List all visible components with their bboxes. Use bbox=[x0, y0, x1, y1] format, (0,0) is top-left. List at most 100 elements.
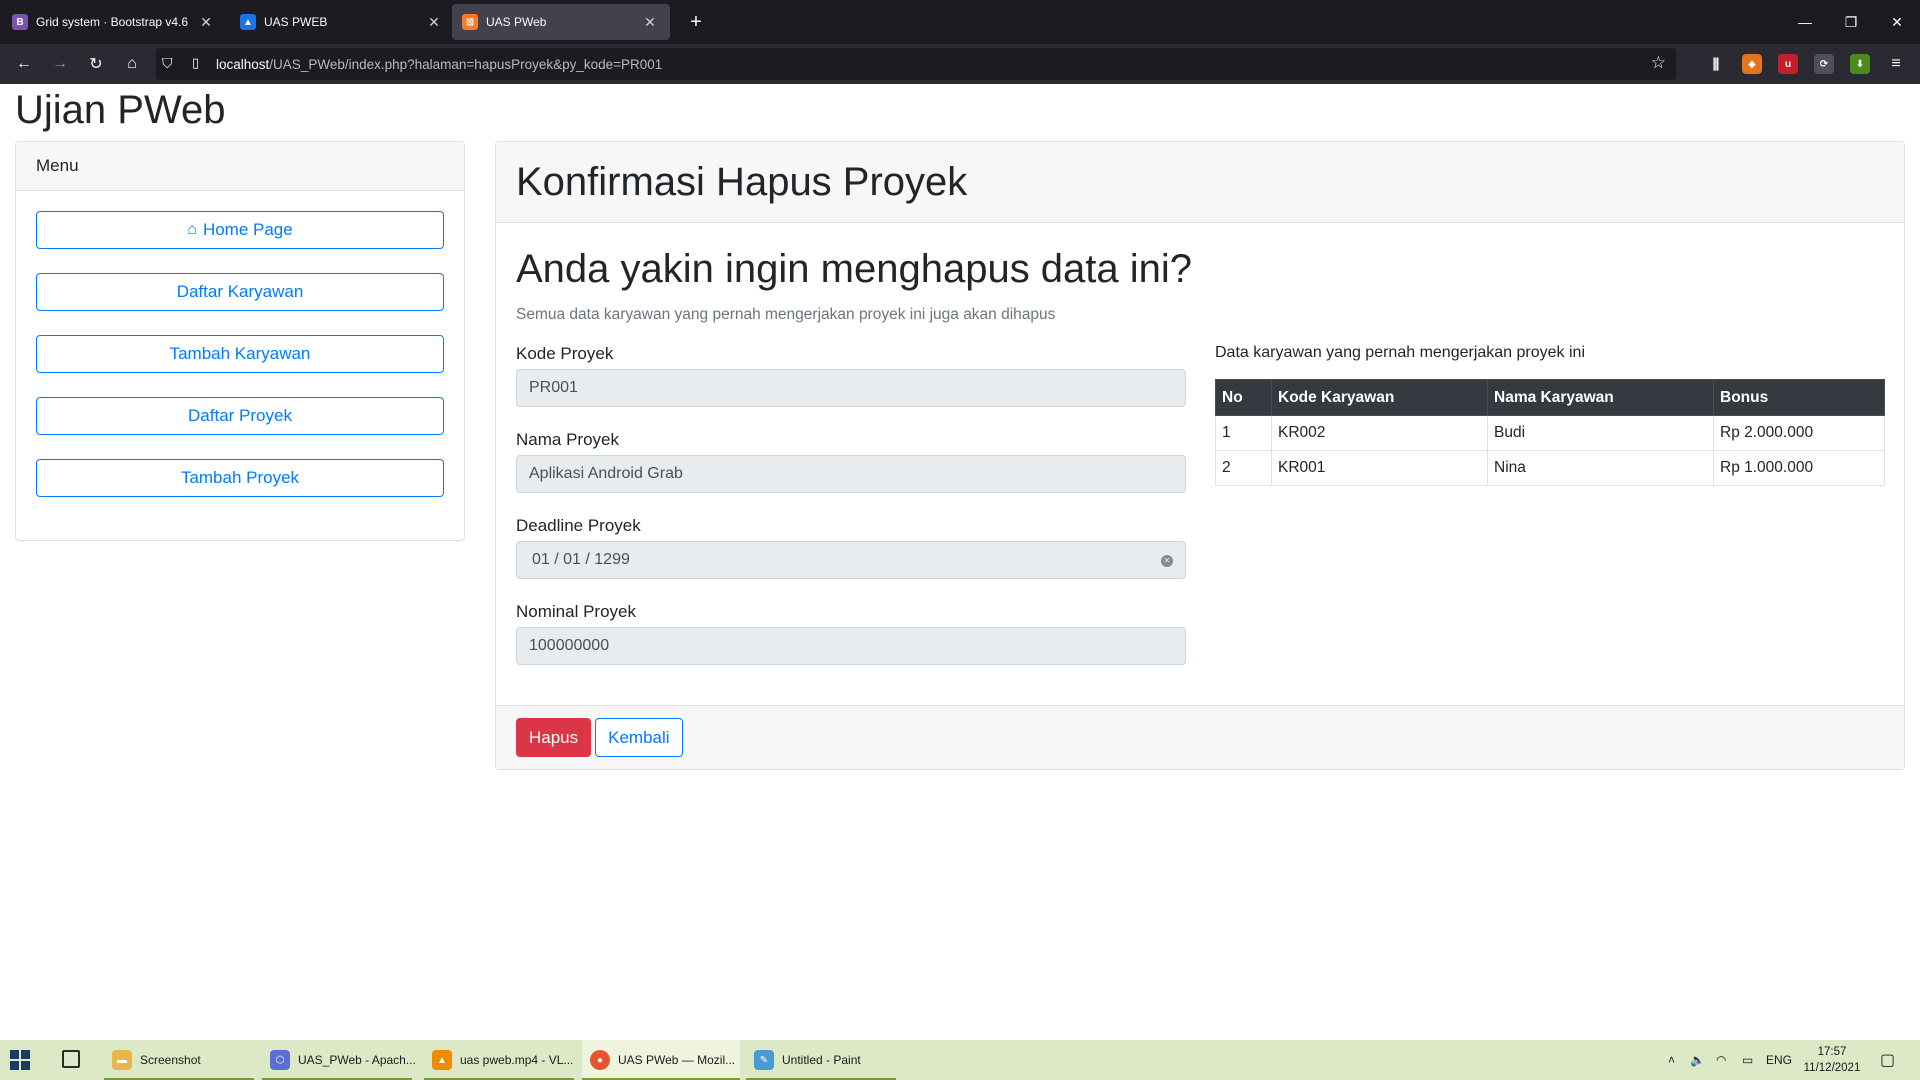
firefox-icon: ● bbox=[590, 1050, 610, 1070]
metamask-icon[interactable]: ◆ bbox=[1742, 54, 1762, 74]
new-tab-icon[interactable]: + bbox=[684, 10, 708, 34]
tab-title: UAS PWeb bbox=[486, 15, 547, 29]
tambah-proyek-button[interactable]: Tambah Proyek bbox=[36, 459, 444, 497]
folder-icon: ▬ bbox=[112, 1050, 132, 1070]
employee-table-title: Data karyawan yang pernah mengerjakan pr… bbox=[1215, 344, 1585, 361]
home-icon[interactable]: ⌂ bbox=[118, 50, 146, 78]
clock-time: 17:57 bbox=[1817, 1046, 1847, 1058]
tambah-karyawan-button[interactable]: Tambah Karyawan bbox=[36, 335, 444, 373]
tab-bootstrap-grid[interactable]: B Grid system · Bootstrap v4.6 ✕ bbox=[2, 4, 226, 40]
url-text[interactable]: localhost/UAS_PWeb/index.php?halaman=hap… bbox=[216, 57, 662, 72]
menu-item-label: Daftar Karyawan bbox=[176, 282, 304, 301]
shield-icon[interactable]: ⛉ bbox=[162, 55, 173, 72]
download-icon[interactable]: ⬇ bbox=[1850, 54, 1870, 74]
menu-header: Menu bbox=[16, 142, 464, 191]
table-cell: 1 bbox=[1215, 415, 1272, 451]
task-view-icon[interactable] bbox=[62, 1050, 80, 1068]
url-path: /UAS_PWeb/index.php?halaman=hapusProyek&… bbox=[269, 56, 663, 72]
battery-icon[interactable]: ▭ bbox=[1742, 1040, 1753, 1080]
table-cell: KR001 bbox=[1271, 450, 1488, 486]
table-cell: 2 bbox=[1215, 450, 1272, 486]
taskbar-app-firefox[interactable]: ● UAS PWeb — Mozil... bbox=[582, 1040, 740, 1080]
column-header: Bonus bbox=[1713, 379, 1885, 416]
bookmark-star-icon[interactable]: ☆ bbox=[1651, 53, 1666, 73]
url-host: localhost bbox=[216, 56, 270, 72]
page-content: Ujian PWeb Menu ⌂ Home Page Daftar Karya… bbox=[0, 84, 1920, 1040]
library-icon[interactable]: ⫼ bbox=[1706, 54, 1726, 74]
close-tab-icon[interactable]: ✕ bbox=[424, 12, 444, 32]
menu-item-label: Daftar Proyek bbox=[188, 406, 292, 425]
restore-icon[interactable]: ❐ bbox=[1828, 0, 1874, 44]
sidebar-menu-card: Menu ⌂ Home Page Daftar Karyawan Tambah … bbox=[15, 141, 465, 541]
taskbar-app-paint[interactable]: ✎ Untitled - Paint bbox=[746, 1040, 896, 1080]
ublock-icon[interactable]: u bbox=[1778, 54, 1798, 74]
nama-proyek-field: Aplikasi Android Grab bbox=[516, 455, 1186, 493]
table-cell: Rp 2.000.000 bbox=[1713, 415, 1885, 451]
confirmation-question: Anda yakin ingin menghapus data ini? bbox=[516, 247, 1193, 291]
deadline-value: 01 / 01 / 1299 bbox=[532, 551, 630, 568]
sync-icon[interactable]: ⟳ bbox=[1814, 54, 1834, 74]
menu-icon[interactable]: ≡ bbox=[1886, 54, 1906, 74]
clock[interactable]: 17:57 11/12/2021 bbox=[1800, 1044, 1864, 1076]
table-row: 2 KR001 Nina Rp 1.000.000 bbox=[1215, 450, 1885, 486]
tab-uas-pweb-active[interactable]: ⊠ UAS PWeb ✕ bbox=[452, 4, 670, 40]
menu-body: ⌂ Home Page Daftar Karyawan Tambah Karya… bbox=[16, 191, 464, 541]
windows-start-icon[interactable] bbox=[10, 1050, 30, 1070]
menu-item-label: Home Page bbox=[202, 220, 293, 239]
close-tab-icon[interactable]: ✕ bbox=[196, 12, 216, 32]
minimize-icon[interactable]: — bbox=[1782, 0, 1828, 44]
reload-icon[interactable]: ↻ bbox=[82, 50, 110, 78]
taskbar-app-screenshot[interactable]: ▬ Screenshot bbox=[104, 1040, 254, 1080]
table-row: 1 KR002 Budi Rp 2.000.000 bbox=[1215, 415, 1885, 451]
nominal-proyek-label: Nominal Proyek bbox=[516, 602, 636, 621]
volume-icon[interactable]: 🔈 bbox=[1690, 1040, 1705, 1080]
card-header-title: Konfirmasi Hapus Proyek bbox=[496, 142, 1904, 223]
daftar-proyek-button[interactable]: Daftar Proyek bbox=[36, 397, 444, 435]
paint-icon: ✎ bbox=[754, 1050, 774, 1070]
forward-icon[interactable]: → bbox=[46, 50, 74, 78]
language-indicator[interactable]: ENG bbox=[1766, 1040, 1792, 1080]
taskbar-app-label: Screenshot bbox=[140, 1053, 201, 1067]
table-header-row: No Kode Karyawan Nama Karyawan Bonus bbox=[1215, 379, 1885, 416]
kode-proyek-label: Kode Proyek bbox=[516, 344, 614, 363]
table-cell: Budi bbox=[1487, 415, 1714, 451]
taskbar-app-label: UAS PWeb — Mozil... bbox=[618, 1053, 736, 1067]
kembali-button[interactable]: Kembali bbox=[595, 718, 683, 757]
browser-tab-bar: B Grid system · Bootstrap v4.6 ✕ ▲ UAS P… bbox=[0, 0, 1920, 44]
taskbar-app-netbeans[interactable]: ⬡ UAS_PWeb - Apach... bbox=[262, 1040, 416, 1080]
table-cell: Nina bbox=[1487, 450, 1714, 486]
url-bar[interactable]: ⛉ ▯ localhost/UAS_PWeb/index.php?halaman… bbox=[156, 48, 1676, 80]
hapus-button[interactable]: Hapus bbox=[516, 718, 592, 757]
daftar-karyawan-button[interactable]: Daftar Karyawan bbox=[36, 273, 444, 311]
kode-proyek-field: PR001 bbox=[516, 369, 1186, 407]
clear-date-icon: ✕ bbox=[1161, 555, 1173, 567]
delete-confirmation-card: Konfirmasi Hapus Proyek Anda yakin ingin… bbox=[495, 141, 1905, 770]
employee-table: No Kode Karyawan Nama Karyawan Bonus 1 K… bbox=[1215, 379, 1885, 486]
back-icon[interactable]: ← bbox=[10, 50, 38, 78]
home-icon: ⌂ bbox=[187, 221, 197, 238]
home-page-button[interactable]: ⌂ Home Page bbox=[36, 211, 444, 249]
column-header: Nama Karyawan bbox=[1487, 379, 1714, 416]
card-footer: Hapus Kembali bbox=[496, 705, 1904, 769]
show-hidden-icons-icon[interactable]: ˄ bbox=[1668, 1040, 1675, 1080]
bootstrap-favicon-icon: B bbox=[12, 14, 28, 30]
taskbar-app-label: uas pweb.mp4 - VL... bbox=[460, 1053, 574, 1067]
netbeans-icon: ⬡ bbox=[270, 1050, 290, 1070]
table-cell: KR002 bbox=[1271, 415, 1488, 451]
column-header: No bbox=[1215, 379, 1272, 416]
notification-icon[interactable]: ▢ bbox=[1880, 1040, 1895, 1080]
nominal-proyek-field: 100000000 bbox=[516, 627, 1186, 665]
browser-nav-bar: ← → ↻ ⌂ ⛉ ▯ localhost/UAS_PWeb/index.php… bbox=[0, 44, 1920, 84]
taskbar-app-vlc[interactable]: ▲ uas pweb.mp4 - VL... bbox=[424, 1040, 574, 1080]
confirmation-subtitle: Semua data karyawan yang pernah mengerja… bbox=[516, 306, 1056, 323]
menu-item-label: Tambah Proyek bbox=[180, 468, 300, 487]
close-window-icon[interactable]: ✕ bbox=[1874, 0, 1920, 44]
wifi-icon[interactable]: ◠ bbox=[1716, 1040, 1726, 1080]
xampp-favicon-icon: ⊠ bbox=[462, 14, 478, 30]
tab-uas-pweb-classroom[interactable]: ▲ UAS PWEB ✕ bbox=[230, 4, 454, 40]
menu-item-label: Tambah Karyawan bbox=[169, 344, 311, 363]
deadline-proyek-label: Deadline Proyek bbox=[516, 516, 641, 535]
vlc-icon: ▲ bbox=[432, 1050, 452, 1070]
close-tab-icon[interactable]: ✕ bbox=[640, 12, 660, 32]
tab-title: UAS PWEB bbox=[264, 15, 328, 29]
